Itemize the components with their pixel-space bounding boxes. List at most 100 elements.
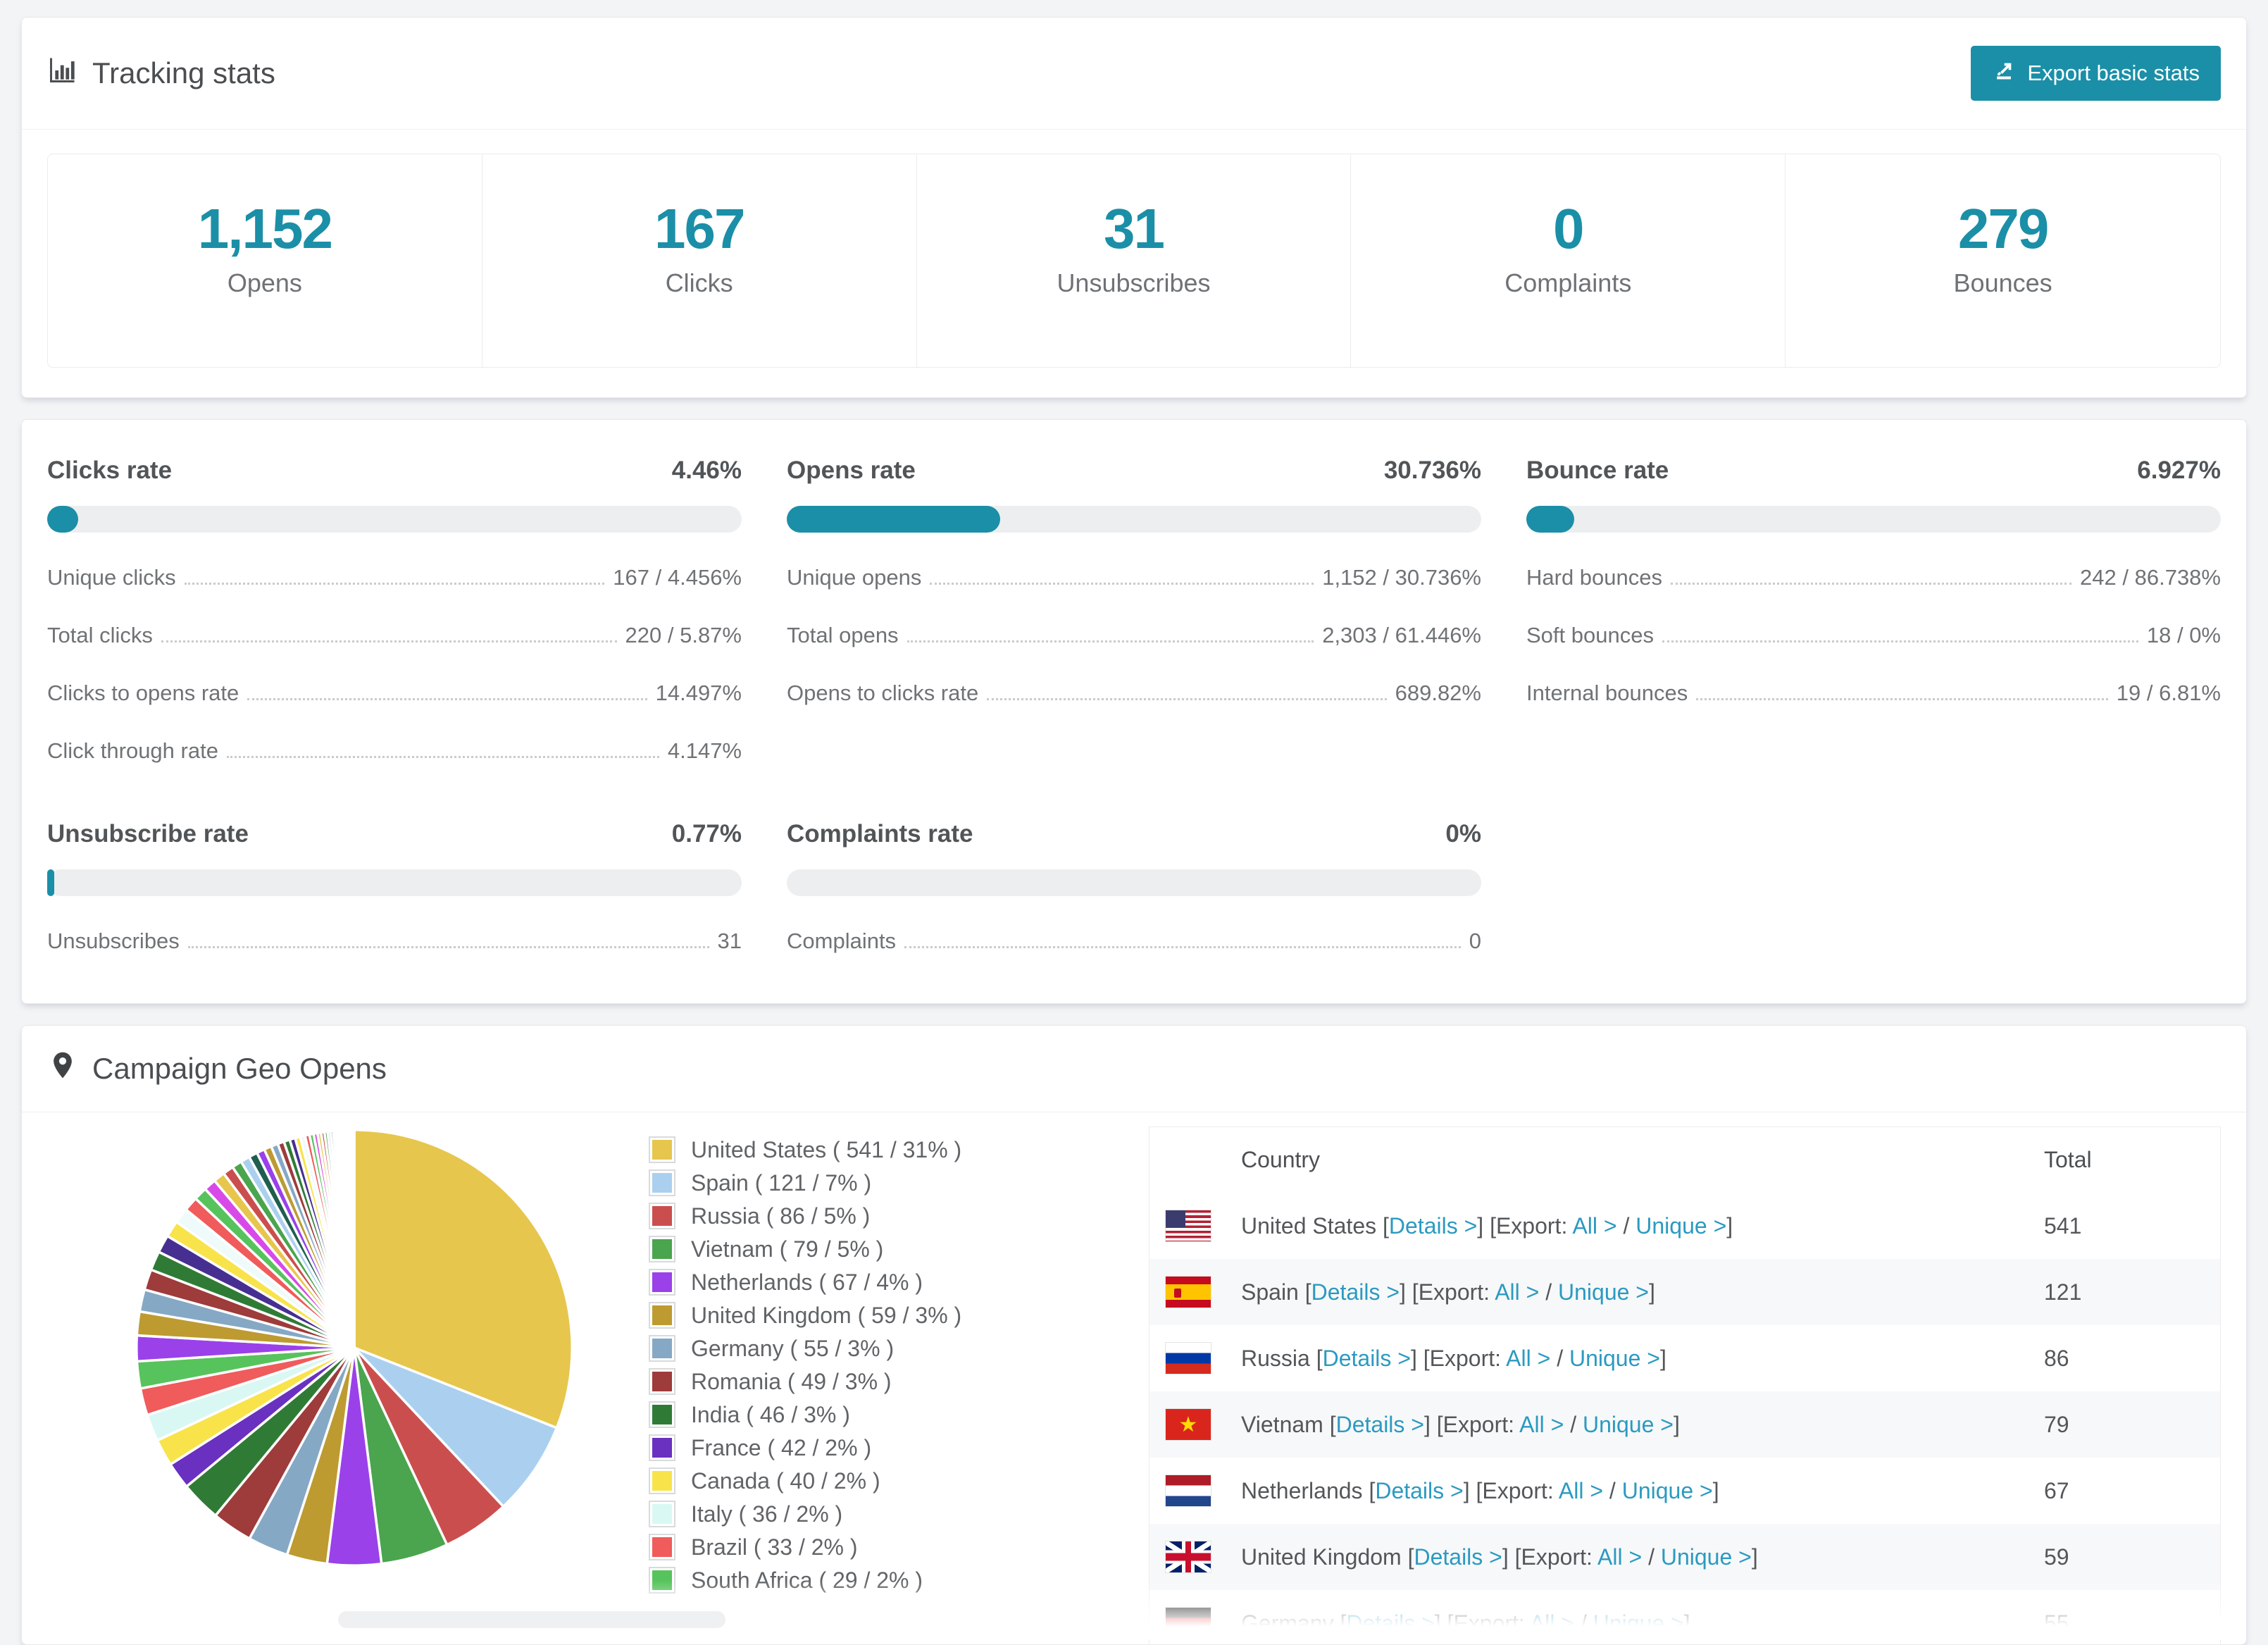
rate-value: 0%	[1445, 820, 1481, 848]
legend-swatch	[649, 1203, 675, 1229]
legend-item: Netherlands ( 67 / 4% )	[649, 1269, 961, 1296]
legend-label: Brazil ( 33 / 2% )	[691, 1534, 858, 1560]
legend-swatch	[649, 1368, 675, 1395]
rate-title: Complaints rate	[787, 820, 973, 848]
export-all-link[interactable]: All >	[1559, 1478, 1603, 1503]
stat-label: Unsubscribes	[1057, 268, 1211, 297]
country-total: 79	[2044, 1411, 2069, 1437]
export-prefix: Export:	[1482, 1477, 1554, 1503]
stat-value: 167	[654, 197, 745, 260]
export-unique-link[interactable]: Unique >	[1583, 1412, 1674, 1437]
geo-opens-panel: Campaign Geo Opens United States ( 541 /…	[21, 1025, 2247, 1645]
export-unique-link[interactable]: Unique >	[1622, 1478, 1713, 1503]
export-unique-link[interactable]: Unique >	[1661, 1544, 1752, 1570]
geo-header: Campaign Geo Opens	[22, 1026, 2246, 1112]
progress-track	[47, 506, 742, 533]
export-all-link[interactable]: All >	[1506, 1346, 1550, 1371]
dotted-leader	[226, 756, 659, 758]
rate-detail-row: Unique clicks 167 / 4.456%	[47, 565, 742, 590]
legend-label: Vietnam ( 79 / 5% )	[691, 1236, 884, 1262]
bar-chart-icon	[47, 54, 78, 92]
stat-value: 279	[1957, 197, 2049, 260]
horizontal-scrollbar-thumb[interactable]	[338, 1611, 725, 1628]
progress-fill	[787, 506, 1001, 533]
export-unique-link[interactable]: Unique >	[1593, 1610, 1684, 1636]
legend-label: United States ( 541 / 31% )	[691, 1136, 962, 1162]
legend-item: Spain ( 121 / 7% )	[649, 1169, 961, 1196]
summary-stats-row: 1,152 Opens 167 Clicks 31 Unsubscribes 0…	[47, 154, 2221, 368]
country-total: 86	[2044, 1345, 2069, 1371]
legend-swatch	[649, 1269, 675, 1296]
country-total: 541	[2044, 1212, 2082, 1239]
country-total: 67	[2044, 1477, 2069, 1503]
country-flag-icon	[1165, 1276, 1211, 1308]
opens-rate-card: Opens rate 30.736% Unique opens 1,152 / 30…	[787, 457, 1481, 764]
stat-value: 0	[1553, 197, 1584, 260]
details-link[interactable]: Details >	[1389, 1213, 1477, 1239]
clicks-rate-card: Clicks rate 4.46% Unique clicks 167 / 4.45…	[47, 457, 742, 764]
total-column-header: Total	[2044, 1147, 2092, 1172]
details-link[interactable]: Details >	[1336, 1412, 1424, 1437]
legend-swatch	[649, 1136, 675, 1163]
table-header-row: Country Total	[1149, 1127, 2220, 1193]
export-basic-stats-button[interactable]: Export basic stats	[1971, 46, 2221, 101]
dotted-leader	[184, 583, 605, 585]
rate-value: 30.736%	[1383, 457, 1481, 484]
legend-item: South Africa ( 29 / 2% )	[649, 1567, 961, 1594]
geo-title-wrap: Campaign Geo Opens	[47, 1050, 387, 1088]
country-row: United Kingdom [Details >] [Export: All …	[1149, 1524, 2220, 1590]
legend-label: South Africa ( 29 / 2% )	[691, 1567, 923, 1593]
rate-title: Opens rate	[787, 457, 916, 484]
dotted-leader	[904, 946, 1461, 948]
stat-value: 31	[1104, 197, 1165, 260]
dotted-leader	[1662, 640, 2138, 643]
details-link[interactable]: Details >	[1375, 1478, 1463, 1503]
rate-detail-row: Clicks to opens rate 14.497%	[47, 681, 742, 705]
legend-swatch	[649, 1236, 675, 1262]
country-name: United Kingdom	[1241, 1544, 1402, 1570]
country-name: Spain	[1241, 1279, 1299, 1305]
details-link[interactable]: Details >	[1346, 1610, 1434, 1636]
legend-swatch	[649, 1501, 675, 1527]
tracking-stats-header: Tracking stats Export basic stats	[22, 18, 2246, 130]
export-all-link[interactable]: All >	[1572, 1213, 1616, 1239]
legend-item: United States ( 541 / 31% )	[649, 1136, 961, 1163]
export-all-link[interactable]: All >	[1495, 1279, 1539, 1305]
export-unique-link[interactable]: Unique >	[1635, 1213, 1726, 1239]
legend-swatch	[649, 1401, 675, 1428]
rate-detail-row: Opens to clicks rate 689.82%	[787, 681, 1481, 705]
progress-track	[787, 869, 1481, 896]
export-all-link[interactable]: All >	[1530, 1610, 1574, 1636]
rates-panel: Clicks rate 4.46% Unique clicks 167 / 4.45…	[21, 419, 2247, 1004]
export-all-link[interactable]: All >	[1519, 1412, 1564, 1437]
stat-label: Complaints	[1504, 268, 1632, 297]
legend-item: France ( 42 / 2% )	[649, 1434, 961, 1461]
legend-item: Germany ( 55 / 3% )	[649, 1335, 961, 1362]
country-flag-icon	[1165, 1210, 1211, 1242]
dotted-leader	[247, 698, 647, 700]
rate-title: Unsubscribe rate	[47, 820, 249, 848]
legend-swatch	[649, 1302, 675, 1329]
stat-label: Bounces	[1953, 268, 2052, 297]
stat-label: Clicks	[665, 268, 733, 297]
pie-legend: United States ( 541 / 31% ) Spain ( 121 …	[649, 1136, 961, 1594]
legend-label: Canada ( 40 / 2% )	[691, 1467, 880, 1494]
complaints-rate-card: Complaints rate 0% Complaints 0	[787, 820, 1481, 954]
dotted-leader	[906, 640, 1314, 643]
legend-item: Russia ( 86 / 5% )	[649, 1203, 961, 1229]
export-prefix: Export:	[1418, 1279, 1490, 1305]
export-prefix: Export:	[1495, 1212, 1568, 1239]
stat-cell: 167 Clicks	[482, 154, 917, 367]
rate-title: Bounce rate	[1526, 457, 1669, 484]
export-unique-link[interactable]: Unique >	[1569, 1346, 1660, 1371]
country-name: Netherlands	[1241, 1477, 1363, 1503]
details-link[interactable]: Details >	[1323, 1346, 1411, 1371]
progress-track	[47, 869, 742, 896]
export-all-link[interactable]: All >	[1597, 1544, 1642, 1570]
rate-detail-row: Unsubscribes 31	[47, 929, 742, 953]
details-link[interactable]: Details >	[1311, 1279, 1400, 1305]
country-row: Russia [Details >] [Export: All > / Uniq…	[1149, 1325, 2220, 1391]
details-link[interactable]: Details >	[1414, 1544, 1502, 1570]
tracking-stats-panel: Tracking stats Export basic stats 1,152 …	[21, 17, 2247, 398]
export-unique-link[interactable]: Unique >	[1558, 1279, 1649, 1305]
